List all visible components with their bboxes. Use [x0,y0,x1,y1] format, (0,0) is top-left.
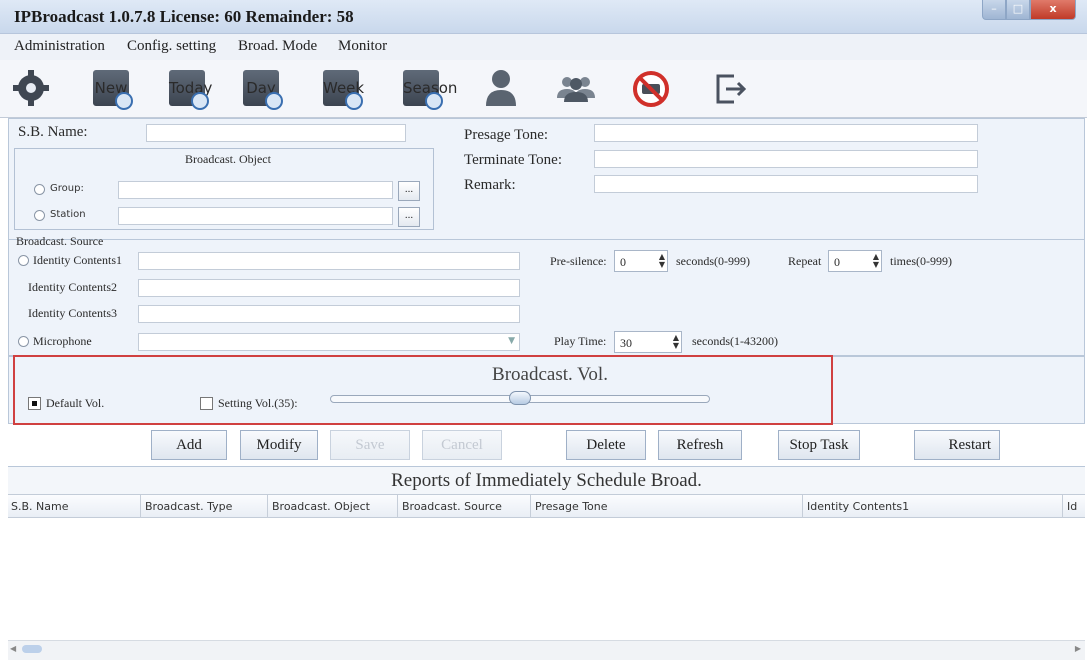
close-button[interactable]: x [1030,0,1076,20]
report-table-header: S.B. Name Broadcast. Type Broadcast. Obj… [8,494,1085,518]
today-calendar-icon[interactable]: Today [164,64,212,112]
station-label: Station [50,209,86,220]
menu-bar: Administration Config. setting Broad. Mo… [0,34,1087,60]
toolbar: New Today Day Week Season [0,60,1087,118]
identity1-label: Identity Contents1 [33,253,122,267]
remark-input[interactable] [594,175,978,193]
day-calendar-icon[interactable]: Day [238,64,284,112]
repeat-value: 0 [834,255,840,269]
microphone-select[interactable]: ▼ [138,333,520,351]
week-calendar-icon[interactable]: Week [318,64,364,112]
menu-monitor[interactable]: Monitor [338,38,387,55]
repeat-label: Repeat [788,254,822,268]
cancel-button[interactable]: Cancel [422,430,502,460]
pre-silence-value: 0 [620,255,626,269]
delete-button[interactable]: Delete [566,430,646,460]
maximize-button[interactable]: □ [1006,0,1030,20]
scroll-left-icon[interactable]: ◀ [10,644,16,653]
horizontal-scroll-thumb[interactable] [22,645,42,653]
repeat-unit: times(0-999) [890,254,952,268]
col-sb-name[interactable]: S.B. Name [8,495,141,518]
volume-slider-thumb[interactable] [509,391,531,405]
group-browse-button[interactable]: ... [398,181,420,201]
checkbox-mark [32,401,37,406]
col-identity-contents2[interactable]: Id [1064,495,1085,518]
spinner-arrows-icon: ▲ ▼ [658,252,665,269]
identity3-label: Identity Contents3 [28,306,117,320]
terminate-tone-label: Terminate Tone: [464,152,563,168]
pre-silence-label: Pre-silence: [550,254,607,268]
pre-silence-spinner[interactable]: 0 ▲ ▼ [614,250,668,272]
mute-icon[interactable] [628,64,674,112]
broadcast-source-title: Broadcast. Source [16,234,104,248]
report-title: Reports of Immediately Schedule Broad. [8,466,1085,494]
scroll-right-icon[interactable]: ▶ [1075,644,1081,653]
spinner-arrows-icon: ▲ ▼ [872,252,879,269]
group-radio[interactable] [34,184,45,195]
window-title: IPBroadcast 1.0.7.8 License: 60 Remainde… [14,7,354,26]
remark-label: Remark: [464,177,516,193]
play-time-label: Play Time: [554,334,607,348]
refresh-button[interactable]: Refresh [658,430,742,460]
col-broadcast-object[interactable]: Broadcast. Object [269,495,398,518]
add-button[interactable]: Add [151,430,227,460]
play-time-unit: seconds(1-43200) [692,334,778,348]
modify-button[interactable]: Modify [240,430,318,460]
microphone-label: Microphone [33,334,92,348]
exit-icon[interactable] [706,64,752,112]
station-radio[interactable] [34,210,45,221]
title-bar: IPBroadcast 1.0.7.8 License: 60 Remainde… [0,0,1087,34]
microphone-radio[interactable] [18,336,29,347]
spinner-arrows-icon: ▲ ▼ [672,333,679,350]
group-label: Group: [50,183,84,194]
station-input[interactable] [118,207,393,225]
identity2-input[interactable] [138,279,520,297]
menu-broad-mode[interactable]: Broad. Mode [238,38,317,55]
setting-vol-label: Setting Vol.(35): [218,396,298,410]
identity3-input[interactable] [138,305,520,323]
menu-config-setting[interactable]: Config. setting [127,38,216,55]
group-input[interactable] [118,181,393,199]
restart-button[interactable]: Restart [914,430,1000,460]
pre-silence-unit: seconds(0-999) [676,254,750,268]
sb-name-label: S.B. Name: [18,124,88,140]
identity1-input[interactable] [138,252,520,270]
broadcast-object-label: Broadcast. Object [185,152,271,166]
minimize-button[interactable]: – [982,0,1006,20]
season-calendar-icon[interactable]: Season [398,64,457,112]
play-time-spinner[interactable]: 30 ▲ ▼ [614,331,682,353]
menu-administration[interactable]: Administration [14,38,105,55]
default-vol-checkbox[interactable] [28,397,41,410]
col-broadcast-type[interactable]: Broadcast. Type [142,495,268,518]
default-vol-label: Default Vol. [46,396,105,410]
report-table-body[interactable] [8,518,1085,640]
station-browse-button[interactable]: ... [398,207,420,227]
repeat-spinner[interactable]: 0 ▲ ▼ [828,250,882,272]
save-button[interactable]: Save [330,430,410,460]
sb-name-input[interactable] [146,124,406,142]
chevron-down-icon: ▼ [508,336,515,346]
identity1-radio[interactable] [18,255,29,266]
terminate-tone-input[interactable] [594,150,978,168]
col-broadcast-source[interactable]: Broadcast. Source [399,495,531,518]
volume-title: Broadcast. Vol. [492,364,608,385]
play-time-value: 30 [620,336,632,350]
new-calendar-icon[interactable]: New [88,64,134,112]
setting-vol-checkbox[interactable] [200,397,213,410]
col-identity-contents1[interactable]: Identity Contents1 [804,495,1063,518]
stop-task-button[interactable]: Stop Task [778,430,860,460]
presage-tone-label: Presage Tone: [464,127,549,143]
user-icon[interactable] [478,64,524,112]
gear-icon[interactable] [8,64,54,112]
group-icon[interactable] [553,64,599,112]
col-presage-tone[interactable]: Presage Tone [532,495,803,518]
horizontal-scrollbar[interactable]: ◀ ▶ [8,640,1085,660]
identity2-label: Identity Contents2 [28,280,117,294]
presage-tone-input[interactable] [594,124,978,142]
